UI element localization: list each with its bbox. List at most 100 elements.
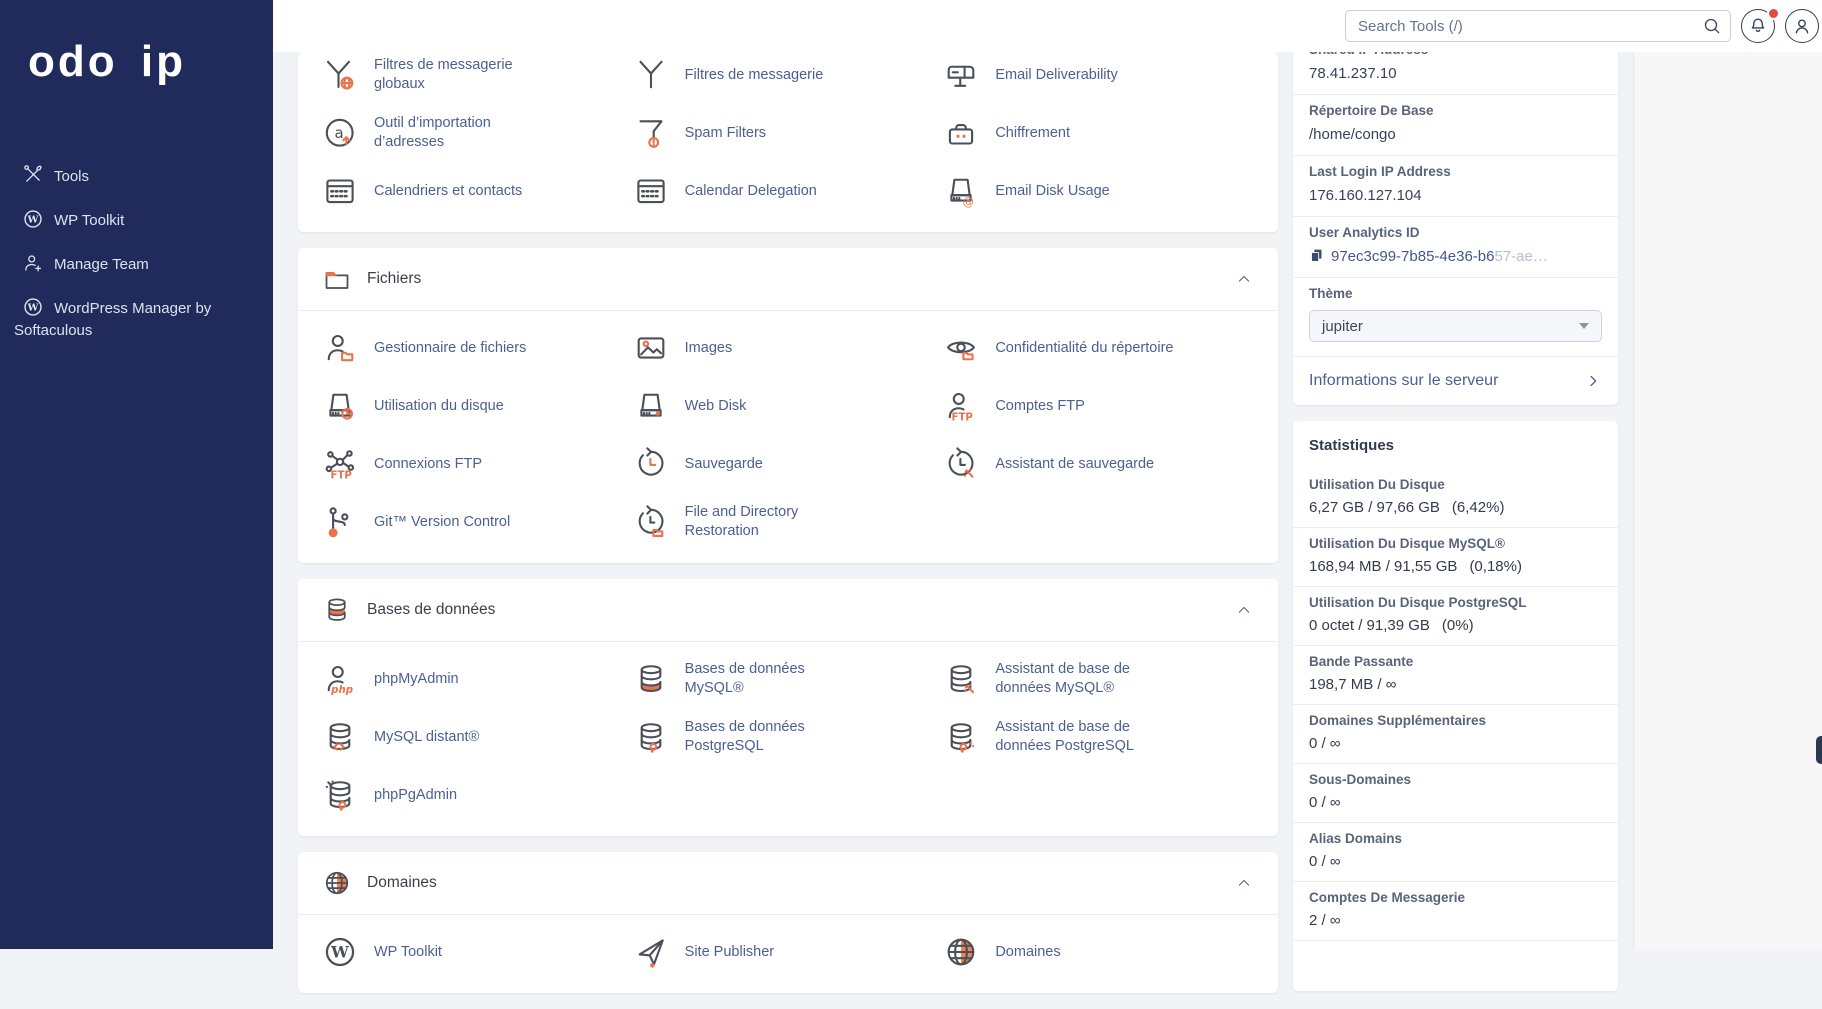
stat-value: 2 / ∞: [1309, 911, 1602, 931]
tool-images[interactable]: Images: [633, 319, 944, 377]
stat-value: 6,27 GB / 97,66 GB(6,42%): [1309, 498, 1602, 518]
calendar-contacts-icon: [322, 173, 358, 209]
sidebar-item-manage-team[interactable]: Manage Team: [0, 242, 273, 286]
stat-value-amount: 168,94 MB / 91,55 GB: [1309, 558, 1457, 575]
tool-outil-d-importation-d-adresses[interactable]: aOutil d’importation d’adresses: [322, 104, 633, 162]
info-value: 78.41.237.10: [1309, 64, 1602, 84]
topbar: [273, 0, 1822, 52]
analytics-id-value-faded: 57-ae…: [1494, 248, 1547, 265]
chevron-up-icon[interactable]: [1234, 873, 1254, 893]
tool-filtres-de-messagerie[interactable]: Filtres de messagerie: [633, 52, 944, 104]
tool-assistant-de-sauvegarde[interactable]: Assistant de sauvegarde: [943, 435, 1254, 493]
tool-git-version-control[interactable]: Git™ Version Control: [322, 493, 633, 551]
server-information-link[interactable]: Informations sur le serveur: [1293, 357, 1618, 405]
svg-text:a: a: [334, 124, 343, 142]
wordpress-icon: W: [322, 934, 358, 970]
tool-mysql-distant[interactable]: MySQL distant®: [322, 708, 633, 766]
svg-text:FTP: FTP: [331, 471, 353, 482]
tool-wp-toolkit[interactable]: WWP Toolkit: [322, 923, 633, 981]
tool-spam-filters[interactable]: Spam Filters: [633, 104, 944, 162]
user-icon: [1791, 15, 1813, 37]
tool-calendar-delegation[interactable]: Calendar Delegation: [633, 162, 944, 220]
stat-value-percent: (0,18%): [1469, 558, 1522, 575]
tool-email-disk-usage[interactable]: @Email Disk Usage: [943, 162, 1254, 220]
theme-label: Thème: [1309, 286, 1602, 302]
tool-label: Assistant de base de données MySQL®: [995, 660, 1177, 698]
tool-site-publisher[interactable]: Site Publisher: [633, 923, 944, 981]
tool-label: Site Publisher: [685, 943, 774, 962]
tool-assistant-de-base-de-donn-es-mysql[interactable]: Assistant de base de données MySQL®: [943, 650, 1254, 708]
manage-team-icon: [22, 252, 44, 274]
tool-comptes-ftp[interactable]: FTPComptes FTP: [943, 377, 1254, 435]
tool-web-disk[interactable]: Web Disk: [633, 377, 944, 435]
tool-label: Gestionnaire de fichiers: [374, 339, 526, 358]
chevron-up-icon[interactable]: [1234, 269, 1254, 289]
stat-value: 0 octet / 91,39 GB(0%): [1309, 616, 1602, 636]
tool-phpmyadmin[interactable]: phpphpMyAdmin: [322, 650, 633, 708]
tool-confidentialit-du-r-pertoire[interactable]: Confidentialité du répertoire: [943, 319, 1254, 377]
search-icon[interactable]: [1702, 16, 1722, 36]
feedback-tab[interactable]: [1816, 736, 1822, 764]
info-value: 176.160.127.104: [1309, 186, 1602, 206]
stat-row-utilisation-du-disque-mysql: Utilisation Du Disque MySQL®168,94 MB / …: [1293, 528, 1618, 587]
section-domaines: Domaines WWP Toolkit Site Publisher Domain…: [298, 852, 1278, 993]
mysql-wizard-icon: [943, 661, 979, 697]
info-label: Last Login IP Address: [1309, 164, 1602, 180]
ftp-accounts-icon: FTP: [943, 388, 979, 424]
tool-chiffrement[interactable]: Chiffrement: [943, 104, 1254, 162]
tool-bases-de-donn-es-mysql[interactable]: Bases de données MySQL®: [633, 650, 944, 708]
tool-label: Bases de données PostgreSQL: [685, 718, 867, 756]
email-tools-grid: Filtres de messagerie globauxFiltres de …: [298, 52, 1278, 232]
chevron-up-icon[interactable]: [1234, 600, 1254, 620]
tool-filtres-de-messagerie-globaux[interactable]: Filtres de messagerie globaux: [322, 52, 633, 104]
stat-label: Domaines Supplémentaires: [1309, 713, 1602, 729]
sidebar-item-wordpress-manager-by-softaculous[interactable]: WWordPress Manager by Softaculous: [0, 286, 273, 352]
tool-calendriers-et-contacts[interactable]: Calendriers et contacts: [322, 162, 633, 220]
stat-value-amount: 0 / ∞: [1309, 794, 1341, 811]
stat-row-bande-passante: Bande Passante198,7 MB / ∞: [1293, 646, 1618, 705]
sidebar-item-wp-toolkit[interactable]: WWP Toolkit: [0, 198, 273, 242]
tool-domaines[interactable]: Domaines: [943, 923, 1254, 981]
tools-icon: [22, 164, 44, 186]
tool-email-deliverability[interactable]: Email Deliverability: [943, 52, 1254, 104]
mail-filters-icon: [633, 57, 669, 93]
sidebar: odo ip ToolsWWP ToolkitManage TeamWWordP…: [0, 0, 273, 949]
stat-value-percent: (0%): [1442, 617, 1474, 634]
backup-wizard-icon: [943, 446, 979, 482]
logo: odo ip: [0, 0, 273, 88]
theme-select[interactable]: jupiter: [1309, 310, 1602, 342]
info-label: Répertoire De Base: [1309, 103, 1602, 119]
tool-bases-de-donn-es-postgresql[interactable]: Bases de données PostgreSQL: [633, 708, 944, 766]
tool-gestionnaire-de-fichiers[interactable]: Gestionnaire de fichiers: [322, 319, 633, 377]
stat-row-alias-domains: Alias Domains0 / ∞: [1293, 823, 1618, 882]
tool-label: Bases de données MySQL®: [685, 660, 867, 698]
tool-file-and-directory-restoration[interactable]: File and Directory Restoration: [633, 493, 944, 551]
section-title: Bases de données: [367, 601, 495, 619]
search-input[interactable]: [1345, 10, 1731, 42]
sidebar-item-tools[interactable]: Tools: [0, 154, 273, 198]
tool-label: Assistant de base de données PostgreSQL: [995, 718, 1177, 756]
postgresql-databases-icon: [633, 719, 669, 755]
section-header-domains: Domaines: [298, 852, 1278, 915]
stat-row-utilisation-du-disque: Utilisation Du Disque 6,27 GB / 97,66 GB(…: [1293, 469, 1618, 528]
tool-label: Assistant de sauvegarde: [995, 455, 1154, 474]
copy-icon[interactable]: [1309, 248, 1324, 263]
stat-row-utilisation-du-disque-postgresql: Utilisation Du Disque PostgreSQL0 octet …: [1293, 587, 1618, 646]
stat-label: Utilisation Du Disque: [1309, 477, 1602, 493]
stat-value: 198,7 MB / ∞: [1309, 675, 1602, 695]
tool-utilisation-du-disque[interactable]: Utilisation du disque: [322, 377, 633, 435]
web-disk-icon: [633, 388, 669, 424]
tool-label: Chiffrement: [995, 124, 1070, 143]
svg-text:@: @: [963, 196, 974, 209]
tool-label: Sauvegarde: [685, 455, 763, 474]
tool-assistant-de-base-de-donn-es-postgresql[interactable]: Assistant de base de données PostgreSQL: [943, 708, 1254, 766]
svg-text:W: W: [27, 302, 39, 313]
caret-down-icon: [1579, 323, 1589, 329]
email-deliverability-icon: [943, 57, 979, 93]
tool-connexions-ftp[interactable]: FTPConnexions FTP: [322, 435, 633, 493]
user-menu-button[interactable]: [1785, 9, 1819, 43]
tool-phppgadmin[interactable]: phpPgAdmin: [322, 766, 633, 824]
svg-text:php: php: [330, 685, 353, 696]
stat-row-sous-domaines: Sous-Domaines0 / ∞: [1293, 764, 1618, 823]
tool-sauvegarde[interactable]: Sauvegarde: [633, 435, 944, 493]
